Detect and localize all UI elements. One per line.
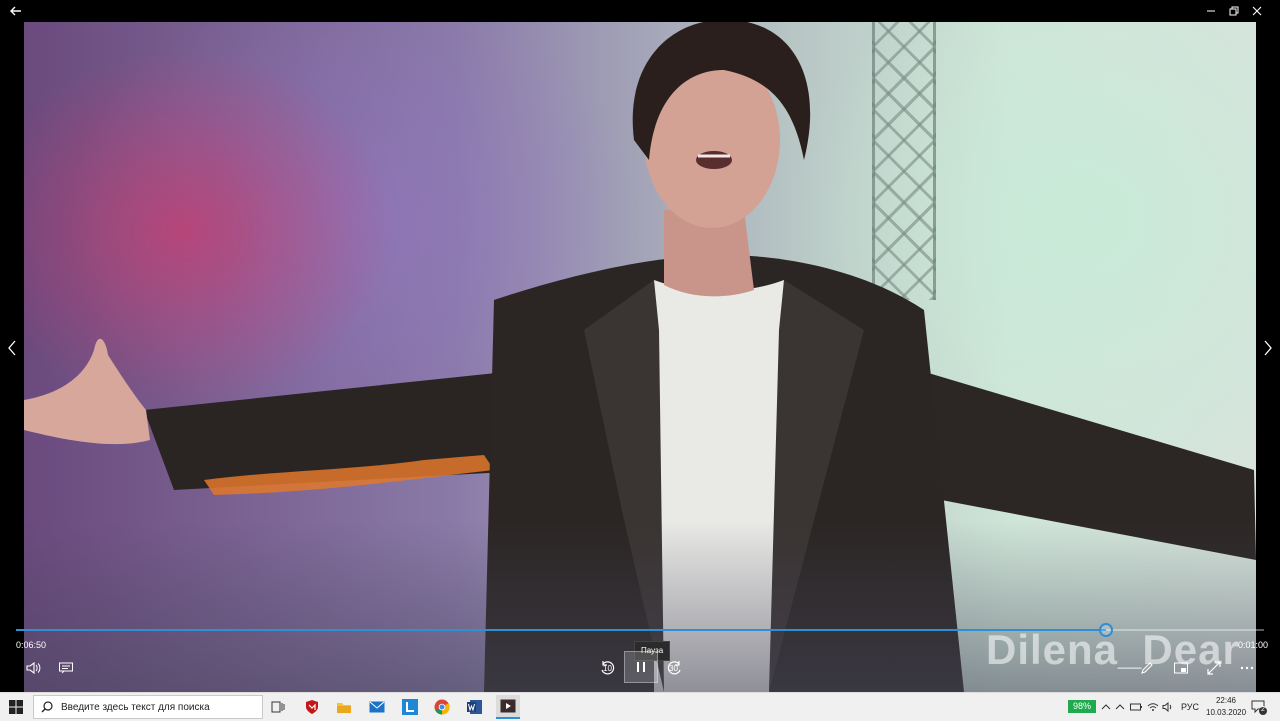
more-button[interactable] xyxy=(1236,655,1258,681)
battery-icon xyxy=(1130,703,1142,711)
title-bar xyxy=(0,0,1280,22)
edit-button[interactable] xyxy=(1136,655,1158,681)
notification-count: 2 xyxy=(1261,706,1265,713)
volume-button[interactable] xyxy=(22,655,44,681)
network-tray[interactable] xyxy=(1147,699,1159,715)
word-app[interactable] xyxy=(465,697,485,717)
mail-icon xyxy=(369,701,385,713)
task-view-icon xyxy=(271,701,285,713)
power-tray[interactable] xyxy=(1130,699,1142,715)
tray-chevron[interactable] xyxy=(1115,699,1125,715)
action-center-button[interactable]: 2 xyxy=(1250,698,1268,716)
clock-time: 22:46 xyxy=(1215,696,1237,705)
pause-icon xyxy=(637,662,645,672)
language-indicator[interactable]: РУС xyxy=(1181,699,1199,715)
mcafee-shield-icon xyxy=(306,700,318,714)
skip-forward-button[interactable]: 30 xyxy=(662,655,688,681)
wifi-icon xyxy=(1147,703,1159,711)
taskbar-search[interactable]: Введите здесь текст для поиска xyxy=(33,695,263,719)
search-icon xyxy=(41,701,53,713)
seek-progress xyxy=(16,629,1106,631)
chevron-right-icon xyxy=(1264,340,1272,356)
video-frame[interactable] xyxy=(24,0,1256,692)
close-icon xyxy=(1252,6,1262,16)
mini-view-button[interactable] xyxy=(1170,655,1192,681)
captions-icon xyxy=(59,662,73,674)
ellipsis-icon xyxy=(1240,666,1254,670)
chevron-up-small-icon xyxy=(1115,704,1125,710)
taskbar: Введите здесь текст для поиска 98% РУС 2… xyxy=(0,692,1280,721)
file-explorer-app[interactable] xyxy=(334,697,354,717)
back-button[interactable] xyxy=(0,0,32,22)
search-placeholder: Введите здесь текст для поиска xyxy=(61,701,210,713)
chevron-left-icon xyxy=(8,340,16,356)
pencil-icon xyxy=(1141,662,1153,674)
watermark-text: Dilena_Dear xyxy=(986,626,1240,673)
battery-indicator[interactable]: 98% xyxy=(1068,700,1096,713)
skip-back-label: 10 xyxy=(603,664,612,673)
remaining-time: 0:01:00 xyxy=(1238,640,1269,650)
volume-icon xyxy=(1162,702,1172,712)
clock-date: 10.03.2020 xyxy=(1206,708,1247,717)
subtitles-button[interactable] xyxy=(55,655,77,681)
speaker-icon xyxy=(26,661,41,675)
film-play-icon xyxy=(500,699,516,713)
chrome-app[interactable] xyxy=(432,697,452,717)
chrome-icon xyxy=(434,699,450,715)
skip-forward-label: 30 xyxy=(669,664,678,673)
next-button[interactable] xyxy=(1256,336,1280,360)
elapsed-time: 0:06:50 xyxy=(16,640,47,650)
fullscreen-button[interactable] xyxy=(1203,655,1225,681)
l-app[interactable] xyxy=(400,697,420,717)
tray-arrow[interactable] xyxy=(1101,699,1111,715)
close-button[interactable] xyxy=(1234,0,1280,22)
volume-tray[interactable] xyxy=(1162,699,1174,715)
back-arrow-icon xyxy=(10,6,21,16)
pause-button[interactable] xyxy=(624,651,658,683)
word-icon xyxy=(467,700,482,714)
clock[interactable]: 22:46 10.03.2020 xyxy=(1206,695,1246,719)
mcafee-app[interactable] xyxy=(302,697,322,717)
start-button[interactable] xyxy=(0,693,32,721)
expand-icon xyxy=(1207,661,1221,675)
previous-button[interactable] xyxy=(0,336,24,360)
task-view-button[interactable] xyxy=(268,697,288,717)
movies-tv-app[interactable] xyxy=(496,695,520,719)
app-l-icon xyxy=(402,699,418,715)
windows-logo-icon xyxy=(9,700,23,714)
chevron-up-icon xyxy=(1101,704,1111,710)
folder-icon xyxy=(337,703,351,713)
mail-app[interactable] xyxy=(367,697,387,717)
skip-back-button[interactable]: 10 xyxy=(594,655,620,681)
mini-player-icon xyxy=(1174,662,1188,674)
